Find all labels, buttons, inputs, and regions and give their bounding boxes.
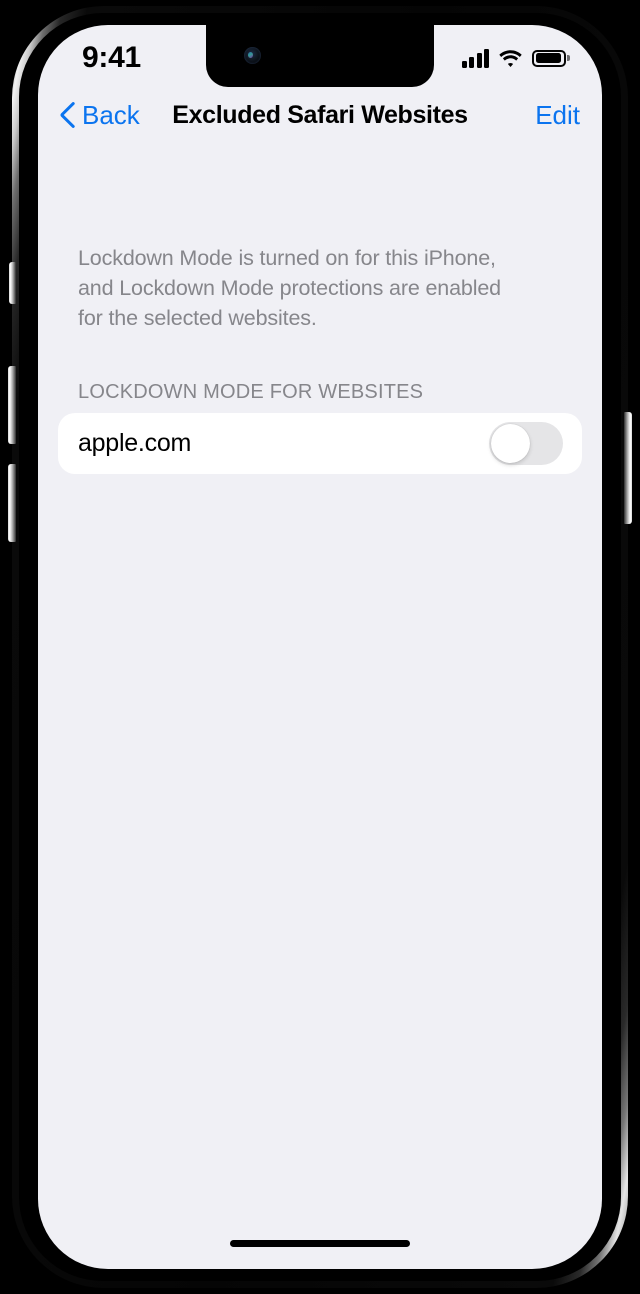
mute-switch-button[interactable] (9, 262, 16, 304)
chevron-left-icon (60, 102, 75, 128)
toggle-knob (491, 424, 530, 463)
screen-notch (206, 25, 434, 87)
front-camera-icon (244, 47, 261, 64)
section-header-lockdown-mode-for-websites: LOCKDOWN MODE FOR WEBSITES (78, 381, 424, 403)
lockdown-mode-toggle[interactable] (489, 422, 563, 465)
cellular-signal-icon (461, 48, 489, 68)
iphone-screen: 9:41 Back Excluded Safari Websites Edit … (38, 25, 602, 1269)
back-button[interactable]: Back (60, 100, 140, 131)
website-label: apple.com (78, 429, 192, 457)
battery-icon (532, 49, 570, 67)
edit-button[interactable]: Edit (535, 100, 580, 131)
volume-up-button[interactable] (8, 366, 16, 444)
home-indicator[interactable] (230, 1240, 410, 1247)
lockdown-mode-description: Lockdown Mode is turned on for this iPho… (78, 246, 501, 330)
settings-content: Lockdown Mode is turned on for this iPho… (38, 143, 602, 1269)
side-power-button[interactable] (624, 412, 632, 524)
volume-down-button[interactable] (8, 464, 16, 542)
wifi-icon (499, 49, 522, 67)
status-bar-time: 9:41 (82, 41, 141, 74)
navigation-bar: Back Excluded Safari Websites Edit (38, 87, 602, 143)
website-list-card: apple.com (58, 413, 582, 474)
back-button-label: Back (82, 99, 140, 130)
status-bar-icons (461, 45, 570, 68)
list-item[interactable]: apple.com (58, 413, 582, 474)
screenshot-stage: 9:41 Back Excluded Safari Websites Edit … (0, 0, 640, 1294)
